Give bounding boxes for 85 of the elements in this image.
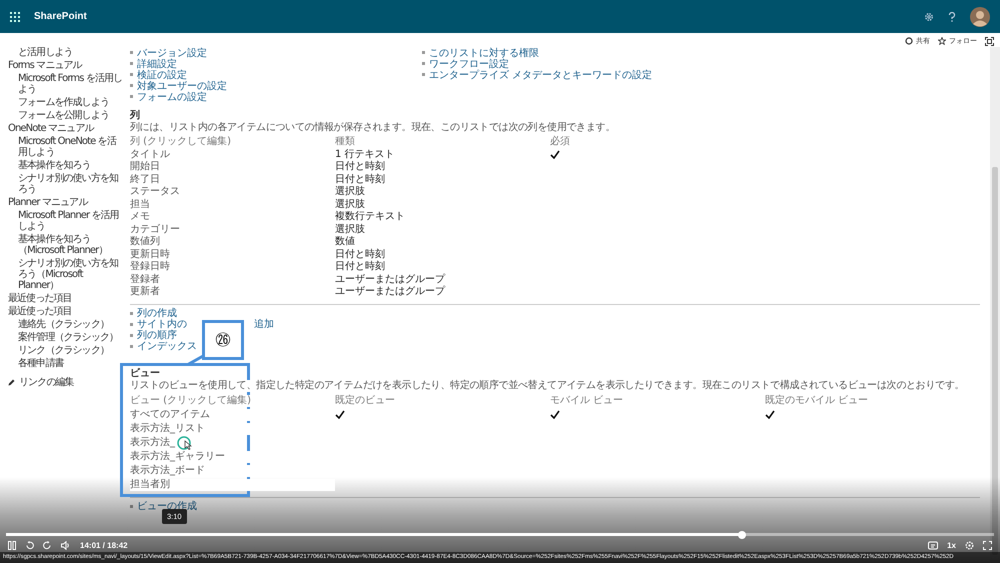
help-icon[interactable] [948,12,956,22]
settings-icon[interactable] [924,12,934,22]
section-title: 列 [130,110,141,122]
cursor-icon [177,436,193,450]
settings-link[interactable]: 対象ユーザーの設定 [137,78,227,92]
view-name-link[interactable]: 担当者別 [130,478,335,490]
nav-heading[interactable]: 最近使った項目 [8,293,124,304]
table-cell-text: ユーザーまたはグループ [335,286,446,298]
nav-link[interactable]: フォームを作成しよう [18,97,124,108]
edit-links-link[interactable]: リンクの編集 [19,377,74,388]
nav-link[interactable]: 案件管理（クラシック） [18,332,124,343]
column-name-link[interactable]: カテゴリー [130,224,335,236]
column-name-link[interactable]: タイトル [130,148,335,161]
settings-link[interactable]: バージョン設定 [137,46,207,60]
nav-heading[interactable]: Forms マニュアル [8,60,124,71]
table-cell-text: ユーザーまたはグループ [335,274,446,286]
column-action-link[interactable]: サイト内の [137,317,187,331]
view-name-link[interactable]: 表示方法_ [130,436,175,448]
progress-thumb[interactable] [738,530,746,538]
column-header: 必須 [550,136,571,148]
nav-heading[interactable]: 最近使った項目 [8,306,124,317]
settings-link[interactable]: フォームの設定 [137,90,207,104]
column-action-link[interactable]: インデックス [137,339,197,353]
captions-icon[interactable] [928,541,938,550]
table-cell-text: 日付と時刻 [335,261,386,274]
column-header: 種類 [335,136,356,148]
nav-link[interactable]: Microsoft OneNote を活用しよう [18,136,124,158]
settings-link[interactable]: エンタープライズ メタデータとキーワードの設定 [429,68,652,82]
star-icon [938,37,946,45]
table-cell-text: 日付と時刻 [335,161,386,174]
app-launcher-icon[interactable] [10,12,20,22]
nav-heading[interactable]: OneNote マニュアル [8,123,124,134]
nav-link[interactable]: シナリオ別の使い方を知ろう [18,173,124,195]
column-name-link[interactable]: 数値列 [130,236,335,248]
section-description: 列には、リスト内の各アイテムについての情報が保存されます。現在、このリストでは次の列を使用できます。 [130,122,616,134]
settings-link[interactable]: 検証の設定 [137,68,187,82]
column-action-link[interactable]: 追加 [254,317,274,331]
nav-link[interactable]: 基本操作を知ろう（Microsoft Planner） [18,234,124,256]
fullscreen-icon[interactable] [985,36,994,46]
step-number: ㉖ [216,332,230,348]
column-header: 列 (クリックして編集) [130,136,232,148]
nav-heading[interactable]: Planner マニュアル [8,197,124,208]
column-name-link[interactable]: 担当 [130,198,335,211]
column-action-link[interactable]: 列の作成 [137,306,177,320]
forward-icon[interactable] [43,541,52,550]
nav-link[interactable]: Microsoft Planner を活用しよう [18,210,124,232]
nav-link[interactable]: シナリオ別の使い方を知ろう（Microsoft Planner） [18,258,124,291]
table-cell-text: 複数行テキスト [335,211,406,224]
nav-link[interactable]: フォームを公開しよう [18,110,124,121]
progress-track[interactable] [6,533,994,536]
nav-link[interactable]: と活用しよう [18,47,124,58]
column-name-link[interactable]: ステータス [130,186,335,198]
nav-link[interactable]: 各種申請書 [18,358,124,369]
column-action-link[interactable]: 列の順序 [137,328,177,342]
table-cell-text: 数値 [335,236,356,248]
column-name-link[interactable]: 終了日 [130,174,335,186]
settings-link[interactable]: このリストに対する権限 [429,46,539,60]
column-name-link[interactable]: 更新者 [130,286,335,298]
nav-link[interactable]: リンク（クラシック） [18,345,124,356]
settings-link[interactable]: 詳細設定 [137,56,177,70]
column-name-link[interactable]: 登録日時 [130,261,335,274]
pencil-icon [8,379,15,386]
table-cell-text: 日付と時刻 [335,248,386,260]
nav-link[interactable]: 基本操作を知ろう [18,160,124,171]
settings-link[interactable]: ワークフロー設定 [429,56,509,70]
section-title: ビュー [130,368,161,380]
scrollbar-thumb[interactable] [992,167,998,555]
pause-icon[interactable] [8,541,16,550]
table-cell-text: 日付と時刻 [335,174,386,186]
nav-link[interactable]: 連絡先（クラシック） [18,319,124,330]
column-name-link[interactable]: 開始日 [130,161,335,174]
table-cell-text: 1 行テキスト [335,148,396,160]
table-cell-text: 選択肢 [335,224,366,236]
playback-time: 14:01 / 18:42 [80,541,128,550]
nav-link[interactable]: Microsoft Forms を活用しよう [18,73,124,95]
table-cell-text: 選択肢 [335,198,366,210]
speed-button[interactable]: 1x [947,541,956,550]
volume-icon[interactable] [61,541,71,550]
table-cell-text: 選択肢 [335,186,366,198]
app-name[interactable]: SharePoint [34,11,87,22]
column-name-link[interactable]: 更新日時 [130,248,335,261]
column-name-link[interactable]: メモ [130,211,335,224]
column-name-link[interactable]: 登録者 [130,274,335,286]
rewind-icon[interactable] [25,541,34,550]
avatar-icon[interactable] [970,6,990,26]
